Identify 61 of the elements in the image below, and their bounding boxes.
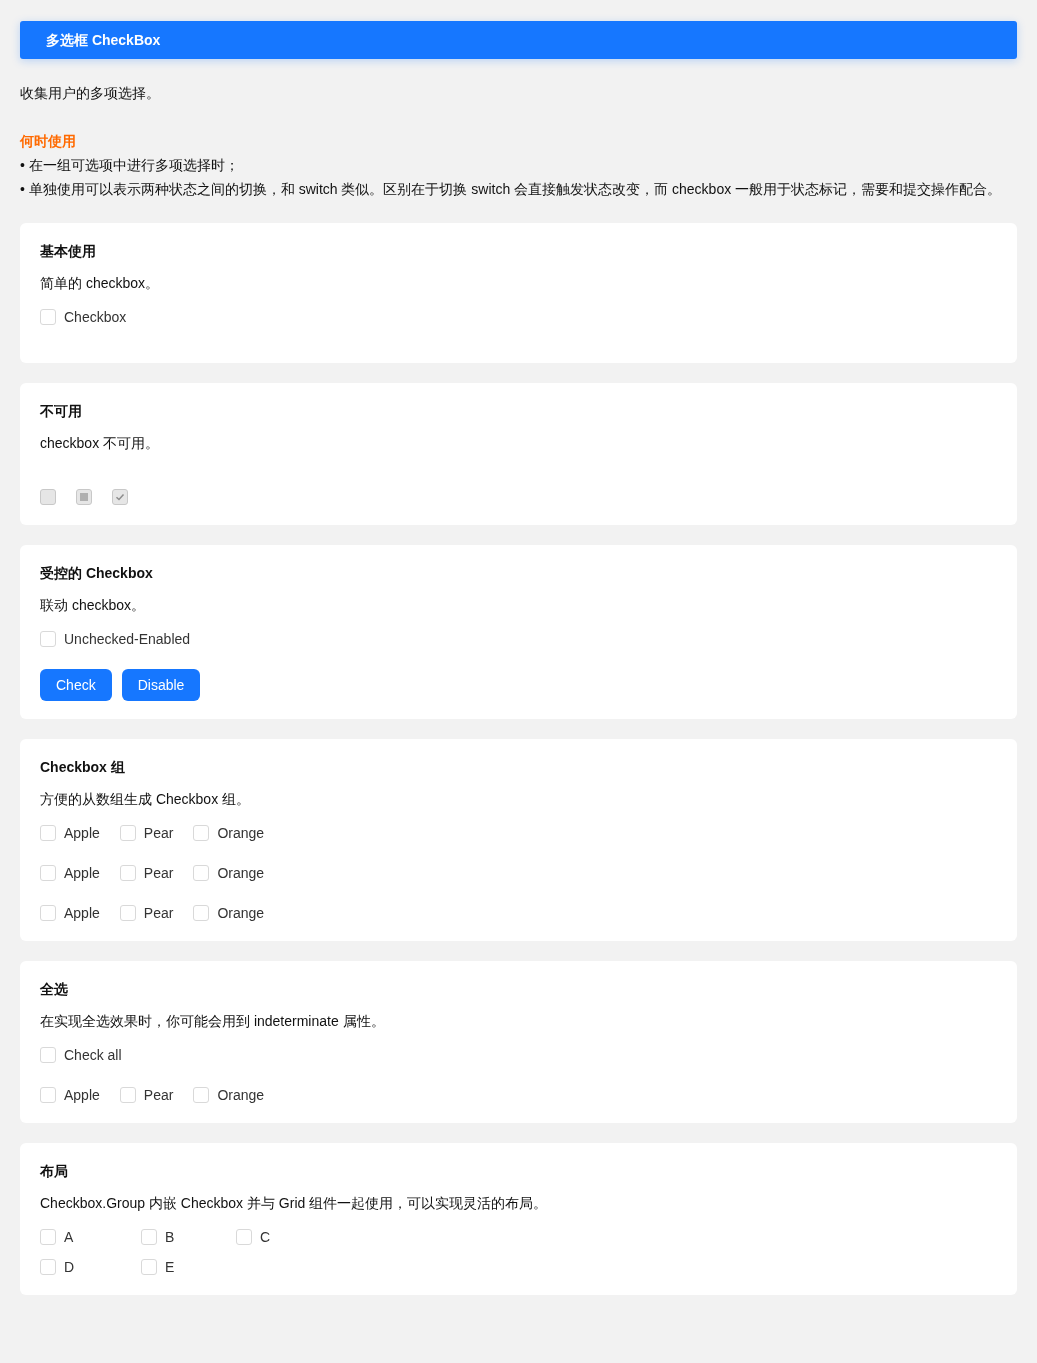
card-description: 在实现全选效果时，你可能会用到 indeterminate 属性。 — [40, 1012, 386, 1031]
section-heading: 何时使用 — [20, 132, 77, 151]
checkbox[interactable] — [119, 905, 136, 921]
checkbox-label: Orange — [217, 903, 265, 923]
checkbox-label: Apple — [64, 823, 100, 843]
action-button[interactable]: Disable — [121, 669, 201, 701]
checkbox-label: A — [64, 1227, 74, 1247]
checkbox[interactable] — [40, 1259, 56, 1275]
checkbox[interactable] — [40, 631, 56, 647]
card-description: 方便的从数组生成 Checkbox 组。 — [40, 790, 252, 809]
card-description: 简单的 checkbox。 — [40, 274, 161, 293]
checkbox[interactable] — [236, 1229, 252, 1245]
card-title: 不可用 — [40, 402, 83, 421]
checkbox-label: Pear — [143, 1085, 174, 1105]
intro-text: 收集用户的多项选择。 — [20, 84, 161, 103]
action-button[interactable]: Check — [40, 669, 112, 701]
card-title: 布局 — [40, 1162, 69, 1181]
bullet-text: • 单独使用可以表示两种状态之间的切换，和 switch 类似。区别在于切换 switch 会直接触发状态改变，而 checkbox 一般用于状态标记，需要和提交操作配合。 — [20, 180, 1003, 199]
card-title: 全选 — [40, 980, 69, 999]
checkbox-label: Pear — [143, 863, 174, 883]
indeterminate-icon — [80, 493, 88, 501]
checkbox-label: Checkbox — [64, 307, 127, 327]
checkbox[interactable] — [193, 825, 210, 841]
checkbox[interactable] — [40, 825, 56, 841]
bullet-text: • 在一组可选项中进行多项选择时； — [20, 156, 240, 175]
checkbox-label: Orange — [217, 1085, 265, 1105]
check-icon — [115, 492, 125, 502]
checkbox[interactable] — [40, 309, 56, 325]
card-description: checkbox 不可用。 — [40, 434, 161, 453]
checkbox[interactable] — [119, 865, 136, 881]
checkbox[interactable] — [40, 905, 56, 921]
card-description: 联动 checkbox。 — [40, 596, 147, 615]
checkbox[interactable] — [193, 905, 210, 921]
checkbox-label: Orange — [217, 863, 265, 883]
checkbox-label: Apple — [64, 1085, 100, 1105]
checkbox[interactable] — [193, 1087, 210, 1103]
checkbox-label: Pear — [143, 903, 174, 923]
checkbox[interactable] — [40, 1087, 56, 1103]
checkbox[interactable] — [119, 825, 136, 841]
card-title: Checkbox 组 — [40, 758, 126, 777]
checkbox[interactable] — [40, 1047, 56, 1063]
checkbox[interactable] — [40, 865, 56, 881]
checkbox-label: C — [260, 1227, 271, 1247]
checkbox-label: Orange — [217, 823, 265, 843]
page-title: 多选框 CheckBox — [46, 30, 161, 50]
card-title: 受控的 Checkbox — [40, 564, 154, 583]
checkbox-label: Unchecked-Enabled — [64, 629, 191, 649]
card-title: 基本使用 — [40, 242, 97, 261]
checkbox-label: Pear — [143, 823, 174, 843]
checkbox-label: Apple — [64, 863, 100, 883]
checkbox[interactable] — [40, 1229, 56, 1245]
checkbox[interactable] — [141, 1259, 157, 1275]
checkbox[interactable] — [193, 865, 210, 881]
checkbox-label: Apple — [64, 903, 100, 923]
card-description: Checkbox.Group 内嵌 Checkbox 并与 Grid 组件一起使用，可以实现灵活的布局。 — [40, 1194, 549, 1213]
checkbox-label: E — [165, 1257, 175, 1277]
checkbox-label: D — [64, 1257, 75, 1277]
checkbox[interactable] — [141, 1229, 157, 1245]
checkbox-label: B — [165, 1227, 175, 1247]
checkbox-label: Check all — [64, 1045, 122, 1065]
checkbox[interactable] — [119, 1087, 136, 1103]
